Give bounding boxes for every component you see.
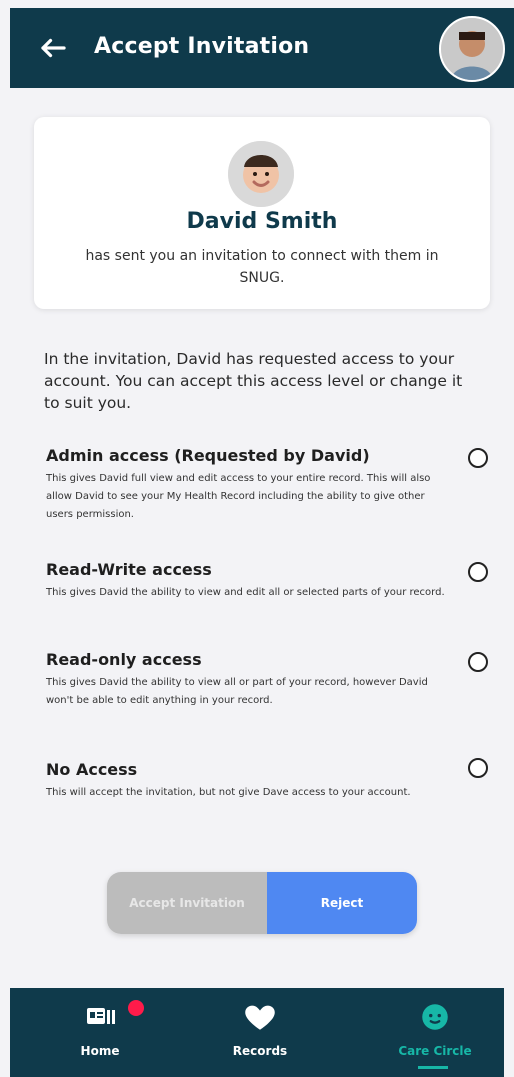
sender-invite-text: has sent you an invitation to connect wi… [85,248,439,286]
invitation-actions: Accept Invitation Reject [107,872,417,934]
nav-records[interactable]: Records [200,1000,320,1058]
nav-care-circle[interactable]: Care Circle [375,1000,495,1058]
nav-care-circle-label: Care Circle [398,1044,472,1058]
access-intro-text: In the invitation, David has requested a… [44,350,463,412]
active-tab-indicator [418,1066,448,1069]
option-read-only-access[interactable]: Read-only access This gives David the ab… [46,650,494,710]
child-avatar-icon [228,141,294,207]
page-title: Accept Invitation [94,34,310,59]
sender-card: David Smith has sent you an invitation t… [34,117,490,309]
option-title: Admin access (Requested by David) [46,446,370,465]
option-admin-access[interactable]: Admin access (Requested by David) This g… [46,446,494,524]
option-title: Read-Write access [46,560,212,579]
heart-icon [245,1005,275,1030]
reject-button[interactable]: Reject [267,872,417,934]
option-no-access[interactable]: No Access This will accept the invitatio… [46,758,494,802]
home-id-card-icon [87,1008,115,1024]
option-title: No Access [46,760,138,779]
option-description: This will accept the invitation, but not… [46,787,411,798]
sender-name: David Smith [186,209,338,234]
accept-invitation-button[interactable]: Accept Invitation [107,872,267,934]
nav-home-label: Home [80,1044,120,1058]
option-description: This gives David the ability to view all… [46,677,428,706]
radio-admin-access[interactable] [468,448,488,468]
radio-no-access[interactable] [468,758,488,778]
option-title: Read-only access [46,650,202,669]
nav-home[interactable]: Home [40,1000,160,1058]
option-read-write-access[interactable]: Read-Write access This gives David the a… [46,560,494,602]
option-description: This gives David full view and edit acce… [46,473,431,520]
user-avatar-icon [441,18,503,80]
radio-read-only-access[interactable] [468,652,488,672]
nav-records-label: Records [232,1044,288,1058]
bottom-nav: Home Records Care Circle [10,988,504,1077]
app-header: Accept Invitation [10,8,514,88]
option-description: This gives David the ability to view and… [46,587,445,598]
notification-badge [128,1000,144,1016]
user-avatar[interactable] [439,16,505,82]
care-circle-icon [422,1004,448,1030]
arrow-left-icon[interactable] [34,30,70,66]
sender-avatar [228,141,294,207]
app-root: Accept Invitation David Smith has sent y… [0,0,514,1077]
radio-read-write-access[interactable] [468,562,488,582]
